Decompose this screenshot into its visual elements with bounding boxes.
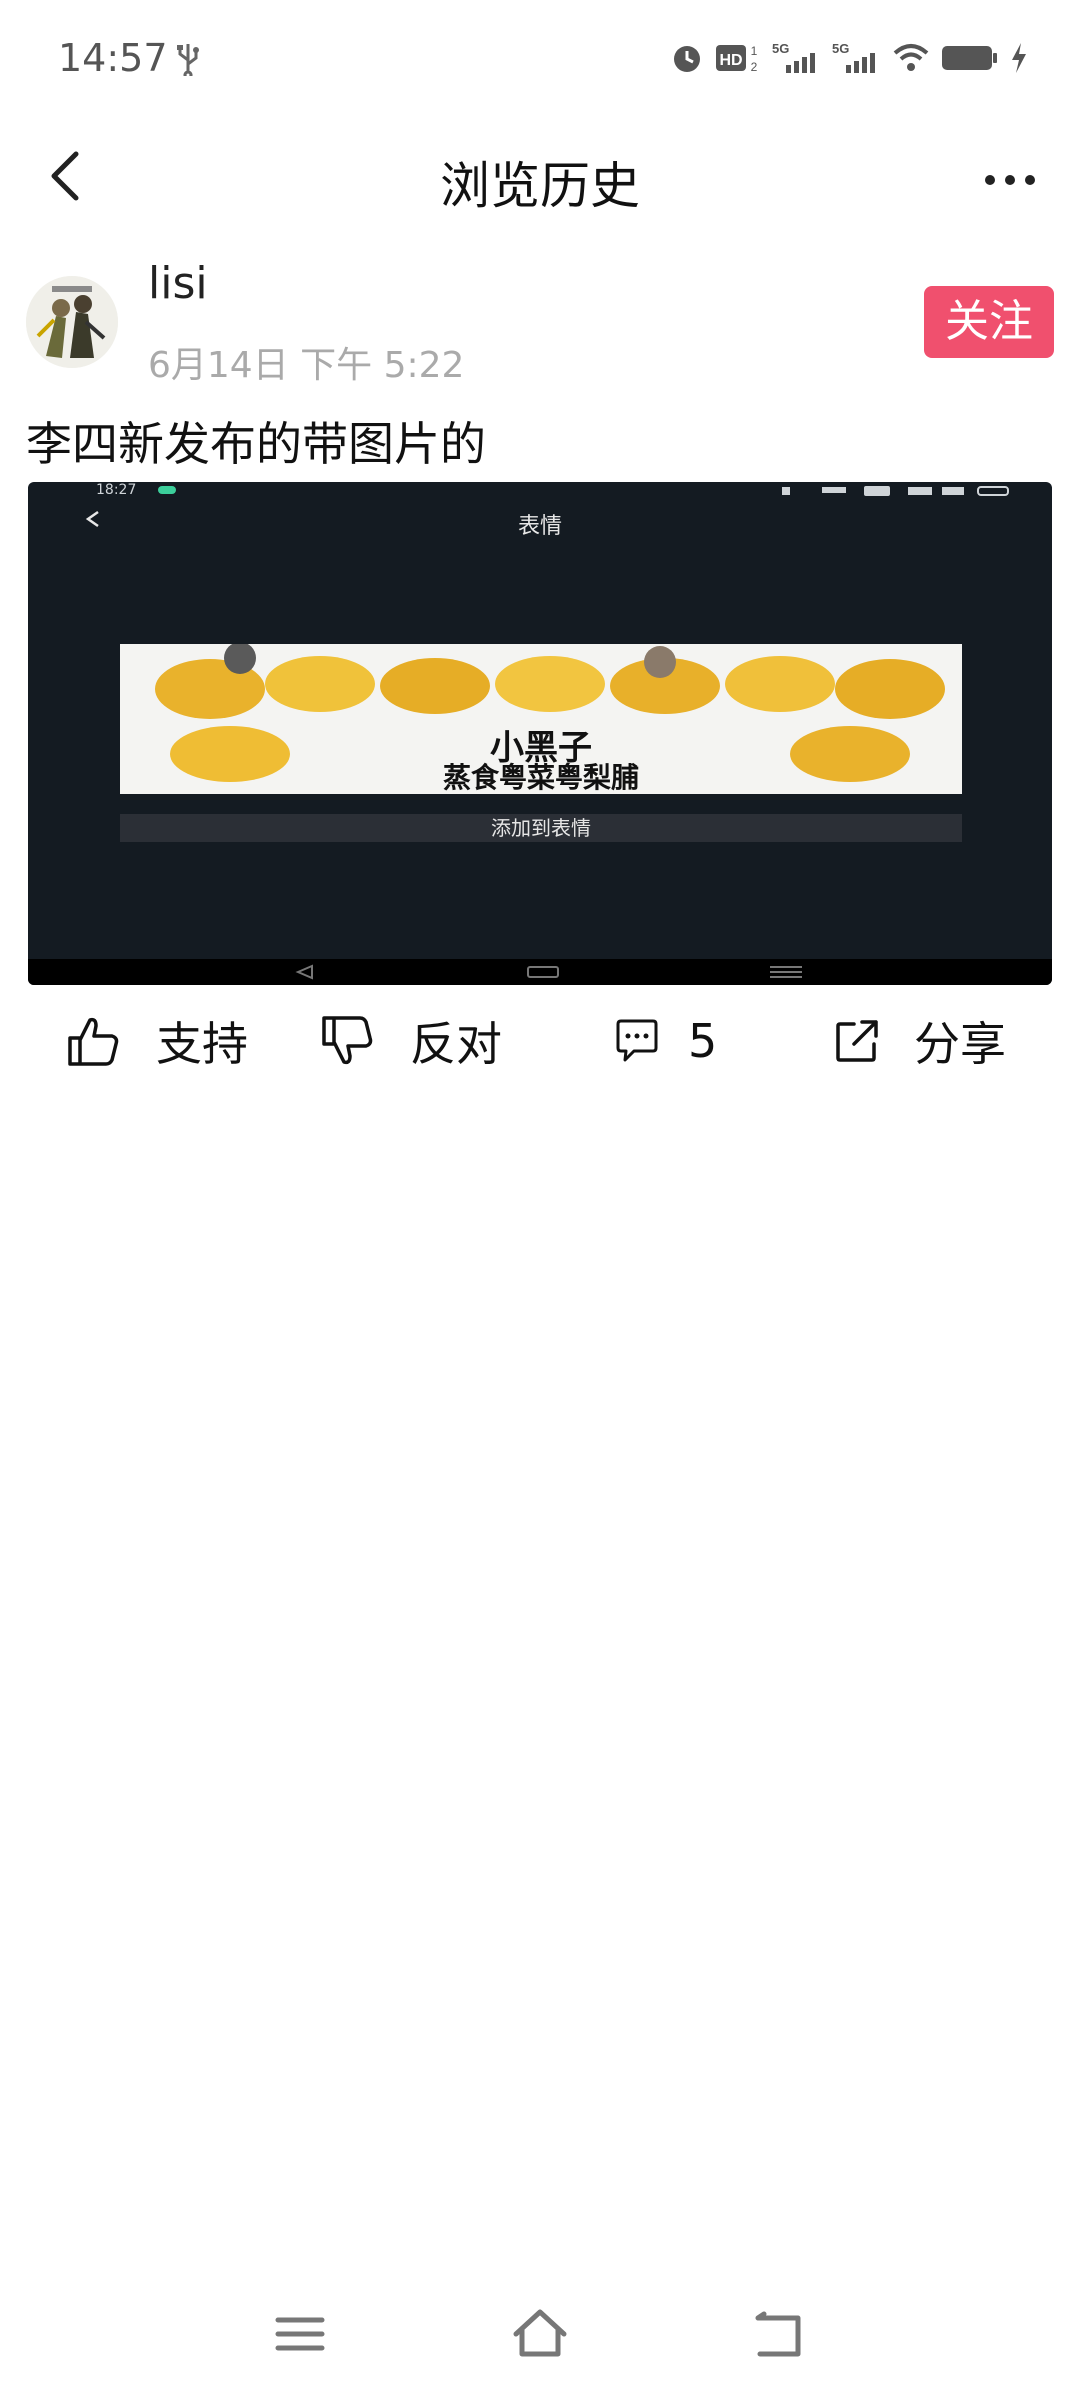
alarm-icon <box>674 46 700 72</box>
svg-text:1: 1 <box>751 44 758 58</box>
svg-text:5G: 5G <box>772 41 789 56</box>
share-label: 分享 <box>914 1017 1006 1071</box>
image-title: 表情 <box>517 514 562 539</box>
svg-text:5G: 5G <box>832 41 849 56</box>
comment-icon <box>616 1019 658 1062</box>
share-button[interactable]: 分享 <box>834 1006 1006 1076</box>
comment-button[interactable]: 5 <box>614 1006 717 1076</box>
image-status-time: 18:27 <box>96 482 137 498</box>
charging-icon <box>1012 43 1026 73</box>
5g-signal-icon: 5G <box>832 41 875 73</box>
menu-icon[interactable] <box>270 2304 330 2364</box>
comment-count: 5 <box>688 1014 718 1068</box>
more-options-icon[interactable] <box>980 160 1040 200</box>
hd-icon: HD 1 2 <box>716 44 758 74</box>
oppose-label: 反对 <box>410 1017 502 1071</box>
support-label: 支持 <box>156 1017 248 1071</box>
meme-subtitle: 蒸食粤菜粤梨脯 <box>442 761 639 794</box>
meme-image: 小黑子 蒸食粤菜粤梨脯 <box>120 644 962 794</box>
oppose-button[interactable]: 反对 <box>320 1006 502 1076</box>
usb-icon <box>177 44 199 76</box>
status-icons: HD 1 2 5G 5G <box>670 38 1028 78</box>
page-title: 浏览历史 <box>440 157 640 215</box>
share-icon <box>836 1020 878 1062</box>
battery-icon <box>942 46 997 70</box>
svg-text:HD: HD <box>719 52 742 69</box>
avatar-image <box>26 276 118 368</box>
post-image[interactable]: 18:27 表情 小黑子 蒸食粤菜粤梨脯 添加到表情 <box>28 482 1052 985</box>
post-timestamp: 6月14日 下午 5:22 <box>148 345 465 386</box>
wifi-icon <box>893 44 929 71</box>
image-status-icons <box>782 486 1009 496</box>
image-nav-icons <box>295 964 802 980</box>
thumbs-down-icon <box>322 1016 373 1065</box>
app-header: 浏览历史 <box>0 120 1080 240</box>
thumbs-up-icon <box>68 1017 119 1066</box>
5g-signal-icon: 5G <box>772 41 815 73</box>
support-button[interactable]: 支持 <box>66 1006 248 1076</box>
image-status-bar: 18:27 <box>28 482 1052 500</box>
status-time: 14:57 <box>58 36 168 80</box>
status-bar: 14:57 HD 1 2 5G 5G <box>0 0 1080 120</box>
avatar[interactable] <box>26 276 118 368</box>
image-nav-bar <box>28 959 1052 985</box>
back-nav-icon[interactable] <box>750 2304 810 2364</box>
svg-text:2: 2 <box>751 60 758 74</box>
post-text: 李四新发布的带图片的 <box>26 417 486 471</box>
image-status-pill-icon <box>158 486 176 494</box>
add-to-stickers-button: 添加到表情 <box>120 814 962 842</box>
home-icon[interactable] <box>510 2304 570 2364</box>
follow-button[interactable]: 关注 <box>924 286 1054 358</box>
username[interactable]: lisi <box>148 258 208 309</box>
system-nav-bar <box>0 2280 1080 2388</box>
